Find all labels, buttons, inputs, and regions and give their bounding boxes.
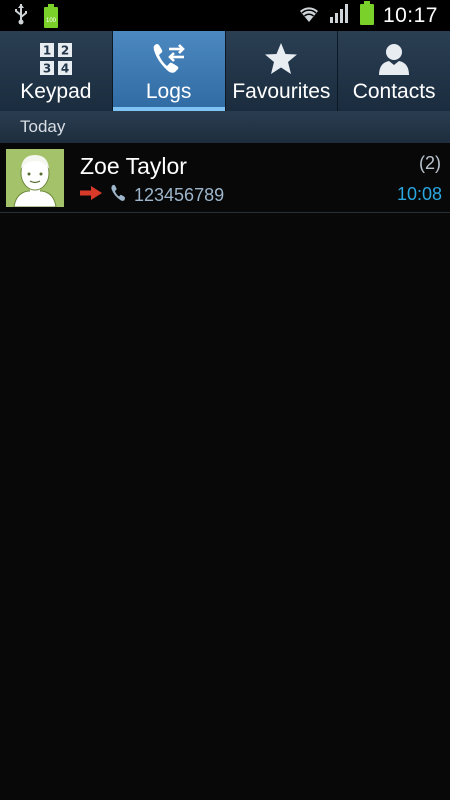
contact-name: Zoe Taylor bbox=[80, 153, 187, 179]
battery-icon bbox=[359, 1, 375, 30]
usb-icon bbox=[14, 3, 28, 30]
keypad-digit-2: 2 bbox=[61, 44, 69, 58]
section-header-today: Today bbox=[0, 111, 450, 143]
keypad-digit-1: 1 bbox=[43, 44, 51, 58]
wifi-icon bbox=[297, 2, 321, 29]
tab-label-keypad: Keypad bbox=[20, 80, 92, 103]
call-count: (2) bbox=[419, 153, 441, 173]
phone-icon bbox=[110, 184, 126, 207]
contact-icon bbox=[376, 40, 412, 78]
call-detail-line: 123456789 bbox=[80, 184, 224, 206]
status-clock: 10:17 bbox=[382, 3, 438, 27]
call-log-row[interactable]: Zoe Taylor (2) 123456789 10:08 bbox=[0, 143, 450, 213]
tab-contacts[interactable]: Contacts bbox=[338, 31, 450, 111]
tab-label-favourites: Favourites bbox=[232, 80, 331, 103]
status-left-icons: 100 bbox=[14, 3, 60, 30]
phone-number: 123456789 bbox=[134, 184, 225, 205]
status-right-icons: 10:17 bbox=[297, 0, 438, 31]
tab-label-contacts: Contacts bbox=[352, 80, 436, 103]
tab-favourites[interactable]: Favourites bbox=[225, 31, 339, 111]
keypad-digit-4: 4 bbox=[61, 62, 69, 76]
battery-percent-label: 100 bbox=[45, 18, 56, 24]
status-bar: 100 10:17 bbox=[0, 0, 450, 31]
call-log-icon bbox=[151, 40, 187, 78]
avatar[interactable] bbox=[6, 149, 64, 207]
outgoing-call-arrow-icon bbox=[80, 185, 102, 205]
keypad-digit-3: 3 bbox=[43, 62, 51, 76]
call-time: 10:08 bbox=[396, 184, 442, 204]
tab-keypad[interactable]: 1 2 3 4 Keypad bbox=[0, 31, 113, 111]
signal-icon bbox=[329, 2, 351, 29]
star-icon bbox=[263, 40, 299, 78]
battery-full-icon: 100 bbox=[42, 4, 60, 28]
tab-bar: 1 2 3 4 Keypad Logs Favourites Contacts bbox=[0, 31, 450, 111]
keypad-icon: 1 2 3 4 bbox=[39, 40, 73, 78]
tab-logs[interactable]: Logs bbox=[112, 31, 226, 111]
tab-label-logs: Logs bbox=[145, 80, 192, 103]
